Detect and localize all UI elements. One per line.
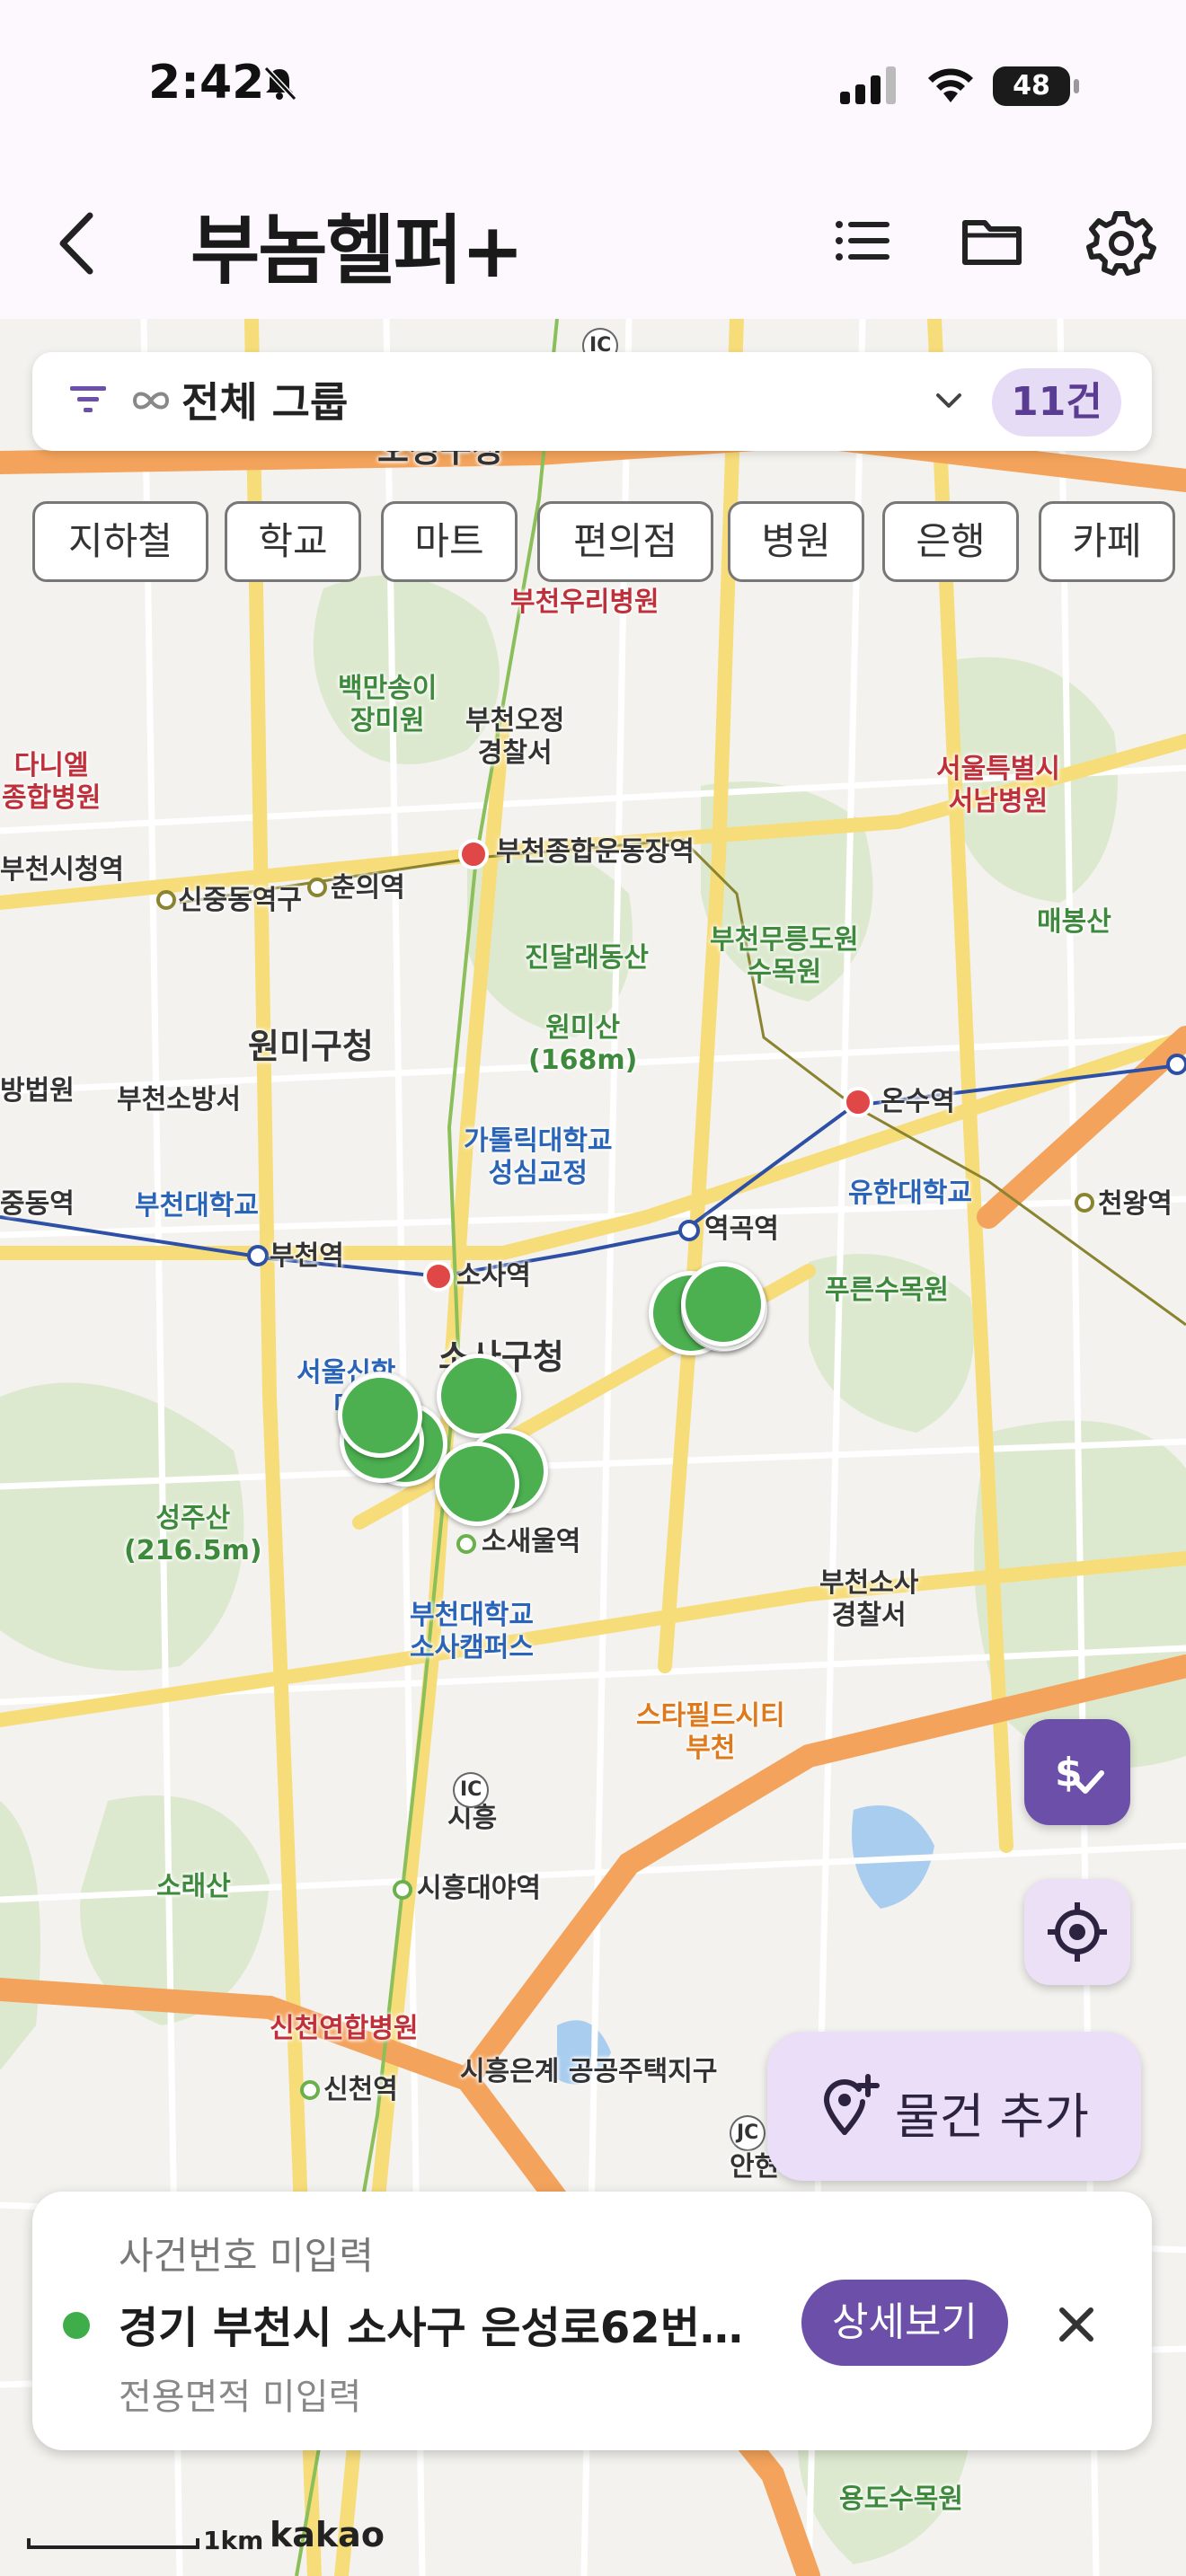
map-label: 백만송이 장미원 — [338, 673, 438, 737]
add-property-button[interactable]: 물건 추가 — [767, 2032, 1141, 2181]
map-label: 가톨릭대학교 성심교정 — [464, 1125, 613, 1189]
property-marker[interactable] — [681, 1262, 766, 1346]
map-label: 방법원 — [0, 1075, 75, 1107]
detail-button[interactable]: 상세보기 — [801, 2280, 1008, 2366]
map-label: 원미산 (168m) — [528, 1012, 638, 1076]
status-dot — [63, 2312, 90, 2339]
dollar-check-icon: $ — [1055, 1750, 1104, 1795]
property-marker[interactable] — [435, 1442, 519, 1526]
property-marker[interactable] — [437, 1354, 521, 1438]
infinity-icon — [132, 392, 170, 410]
map-label: 온수역 — [881, 1086, 955, 1117]
map-label: 다니엘 종합병원 — [2, 750, 102, 814]
battery-indicator: 48 — [993, 66, 1079, 106]
case-number: 사건번호 미입력 — [119, 2234, 374, 2278]
map-label: 서울특별시 서남병원 — [936, 754, 1060, 817]
map-label: 신천연합병원 — [270, 2013, 419, 2044]
close-icon[interactable] — [1049, 2298, 1103, 2351]
map-label: 시흥은계 공공주택지구 — [460, 2056, 718, 2087]
property-info-card[interactable]: 사건번호 미입력 경기 부천시 소사구 은성로62번… 전용면적 미입력 상세보… — [32, 2192, 1152, 2450]
property-address: 경기 부천시 소사구 은성로62번… — [119, 2303, 743, 2353]
chip-cafe[interactable]: 카페 — [1039, 501, 1175, 582]
folder-icon[interactable] — [956, 205, 1028, 277]
cellular-signal-icon — [840, 66, 896, 104]
chip-convenience[interactable]: 편의점 — [537, 501, 713, 582]
map-label: 성주산 (216.5m) — [124, 1503, 262, 1566]
map-label: 부천대학교 — [135, 1190, 259, 1222]
map-label: 부천시청역 — [0, 854, 124, 886]
app-header: 부놈헬퍼+ — [0, 171, 1186, 319]
scale-bar — [27, 2538, 199, 2549]
wifi-icon — [928, 68, 973, 102]
property-marker[interactable] — [338, 1373, 422, 1458]
map-label: 소새울역 — [482, 1526, 581, 1557]
map-label: 부천역 — [270, 1240, 344, 1272]
jc-marker: JC — [730, 2115, 766, 2151]
group-filter-dropdown[interactable]: 전체 그룹 11건 — [32, 352, 1152, 451]
chip-mart[interactable]: 마트 — [381, 501, 518, 582]
map-label: 스타필드시티 부천 — [636, 1700, 785, 1764]
group-label: 전체 그룹 — [181, 378, 349, 427]
price-check-button[interactable]: $ — [1024, 1719, 1130, 1825]
map-label: 소래산 — [156, 1871, 231, 1902]
map-label: 천왕역 — [1098, 1188, 1173, 1220]
chevron-down-icon — [936, 393, 961, 408]
chip-school[interactable]: 학교 — [225, 501, 361, 582]
map-label: 매봉산 — [1037, 906, 1111, 938]
map-label: 소사역 — [456, 1260, 531, 1292]
scale-label: 1km — [203, 2526, 264, 2555]
map-label: 부천종합운동장역 — [496, 836, 695, 868]
chip-bank[interactable]: 은행 — [882, 501, 1019, 582]
back-arrow-icon[interactable] — [47, 203, 110, 284]
bell-slash-icon — [263, 66, 297, 101]
svg-text:$: $ — [1055, 1750, 1083, 1795]
map-label: 부천우리병원 — [510, 587, 659, 618]
kakao-logo: kakao — [270, 2515, 385, 2554]
add-property-label: 물건 추가 — [895, 2088, 1089, 2145]
category-chips: 지하철 학교 마트 편의점 병원 은행 카페 — [32, 501, 1186, 582]
filter-icon — [70, 386, 106, 412]
add-location-icon — [823, 2074, 880, 2135]
ic-marker: IC — [453, 1772, 490, 1808]
map-label: 춘의역 — [331, 872, 405, 904]
list-icon[interactable] — [827, 205, 898, 277]
property-area: 전용면적 미입력 — [119, 2377, 362, 2418]
result-count-badge: 11건 — [992, 368, 1121, 437]
map-label: 부천소사 경찰서 — [819, 1567, 919, 1631]
map-label: 신천역 — [323, 2074, 398, 2105]
chip-subway[interactable]: 지하철 — [32, 501, 208, 582]
map-label: 푸른수목원 — [825, 1275, 949, 1306]
map-label: 진달래동산 — [525, 942, 649, 974]
page-title: 부놈헬퍼+ — [190, 207, 525, 295]
map-label: 유한대학교 — [848, 1178, 972, 1209]
chip-hospital[interactable]: 병원 — [728, 501, 864, 582]
map-label: 부천무릉도원 수목원 — [710, 924, 859, 988]
settings-gear-icon[interactable] — [1085, 205, 1157, 277]
map-label: 원미구청 — [248, 1027, 374, 1066]
map-label: 역곡역 — [704, 1213, 779, 1245]
map-label: 부천대학교 소사캠퍼스 — [410, 1600, 534, 1663]
my-location-button[interactable] — [1024, 1879, 1130, 1985]
status-bar: 2:42 48 — [0, 0, 1186, 171]
crosshair-location-icon — [1048, 1902, 1107, 1962]
map-label: 부천소방서 — [117, 1084, 241, 1116]
status-time: 2:42 — [148, 56, 265, 110]
map-label: 용도수목원 — [839, 2483, 963, 2515]
map-label: 시흥대야역 — [417, 1873, 541, 1904]
map-label: 중동역 — [0, 1188, 75, 1220]
app-root: 2:42 48 부놈헬퍼+ 부천우리병원 백만송이 장미원 부천오정 경찰서 다… — [0, 0, 1186, 2576]
map-label: 신중동역구 — [178, 885, 302, 916]
map-label: 부천오정 경찰서 — [465, 705, 565, 769]
